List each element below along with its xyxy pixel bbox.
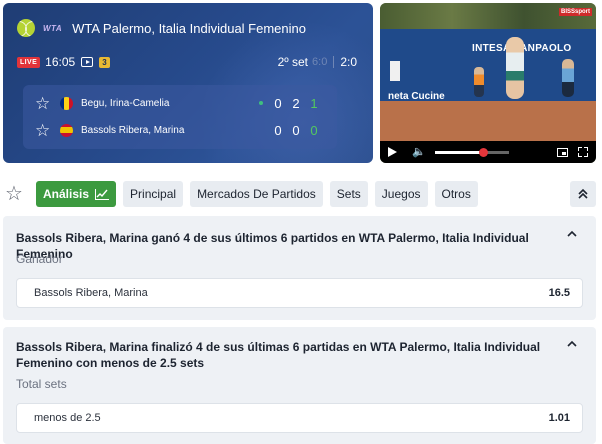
- market-name: Ganador: [16, 252, 63, 266]
- star-icon[interactable]: ☆: [35, 95, 53, 112]
- player-name[interactable]: Begu, Irina-Camelia: [81, 98, 169, 109]
- analysis-card: Bassols Ribera, Marina ganó 4 de sus últ…: [3, 216, 596, 320]
- games-score: 2: [292, 95, 300, 111]
- previous-set-score: 6:0: [312, 56, 328, 68]
- card-title[interactable]: Bassols Ribera, Marina ganó 4 de sus últ…: [16, 230, 556, 262]
- tab-label: Análisis: [43, 187, 90, 201]
- outcome-label: Bassols Ribera, Marina: [34, 287, 148, 299]
- tab-mercados-de-partidos[interactable]: Mercados De Partidos: [190, 181, 323, 207]
- video-player[interactable]: INTESA SANPAOLO neta Cucine BISSsport 🔈: [380, 3, 596, 163]
- wta-logo: WTA: [43, 23, 63, 33]
- play-icon[interactable]: [81, 57, 94, 67]
- tab-principal[interactable]: Principal: [123, 181, 184, 207]
- tab-otros[interactable]: Otros: [434, 181, 478, 207]
- live-badge: LIVE: [17, 56, 41, 68]
- match-status-row: LIVE 16:05 3 2º set 6:0 2:0: [17, 55, 357, 69]
- current-set-score: 2:0: [340, 55, 357, 69]
- chevron-up-icon[interactable]: [566, 228, 578, 240]
- double-chevron-up-icon: [578, 188, 588, 199]
- serve-indicator-icon: [259, 101, 263, 105]
- players-panel: ☆ Begu, Irina-Camelia 0 2 1 ☆ Bassols Ri…: [23, 85, 337, 149]
- collapse-all-button[interactable]: [570, 181, 596, 207]
- play-button-icon[interactable]: [388, 147, 397, 157]
- video-ballkid: [390, 61, 400, 81]
- points-score: 0: [310, 122, 318, 138]
- player-scores: 0 2 1: [259, 96, 323, 111]
- outcome-odds: 1.01: [548, 412, 570, 424]
- tab-label: Principal: [130, 187, 177, 201]
- tab-label: Juegos: [381, 187, 421, 201]
- video-controls: 🔈: [380, 141, 596, 163]
- outcome-button[interactable]: Bassols Ribera, Marina 16.5: [16, 278, 583, 308]
- match-time: 16:05: [45, 55, 76, 69]
- set-info: 2º set 6:0 2:0: [278, 55, 357, 69]
- tab-analisis[interactable]: Análisis: [36, 181, 117, 207]
- tennis-ball-icon: [17, 19, 35, 37]
- player-row: ☆ Begu, Irina-Camelia 0 2 1: [23, 89, 337, 117]
- games-score: 0: [292, 122, 300, 138]
- romania-flag: [60, 96, 73, 110]
- outcome-label: menos de 2.5: [34, 412, 101, 424]
- set-label: 2º set: [277, 55, 309, 69]
- market-tabs: ☆ Análisis Principal Mercados De Partido…: [3, 178, 599, 210]
- analysis-card: Bassols Ribera, Marina finalizó 4 de sus…: [3, 327, 596, 444]
- tab-label: Mercados De Partidos: [197, 187, 316, 201]
- picture-in-picture-icon[interactable]: [557, 147, 568, 157]
- card-title[interactable]: Bassols Ribera, Marina finalizó 4 de sus…: [16, 339, 556, 371]
- spain-flag: [60, 123, 73, 137]
- favorite-star-icon[interactable]: ☆: [5, 184, 27, 204]
- page: WTA WTA Palermo, Italia Individual Femen…: [0, 0, 602, 444]
- player-row: ☆ Bassols Ribera, Marina 0 0 0: [23, 116, 337, 144]
- tab-juegos[interactable]: Juegos: [374, 181, 428, 207]
- fullscreen-icon[interactable]: [578, 147, 588, 157]
- tab-label: Sets: [336, 187, 361, 201]
- video-court: [380, 101, 596, 141]
- chart-icon: [95, 188, 110, 200]
- volume-icon[interactable]: 🔈: [412, 146, 426, 158]
- player-name[interactable]: Bassols Ribera, Marina: [81, 125, 184, 136]
- video-spectator: [474, 67, 484, 97]
- market-name: Total sets: [16, 377, 67, 391]
- player-scores: 0 0 0: [269, 123, 323, 138]
- scoreboard-header: WTA WTA Palermo, Italia Individual Femen…: [17, 19, 306, 37]
- tournament-title[interactable]: WTA Palermo, Italia Individual Femenino: [72, 21, 306, 36]
- video-tennis-player: [506, 37, 524, 99]
- video-official: [562, 59, 574, 97]
- sets-score: 0: [274, 95, 282, 111]
- sets-score: 0: [274, 122, 282, 138]
- tab-label: Otros: [441, 187, 471, 201]
- progress-knob[interactable]: [478, 147, 488, 157]
- count-badge: 3: [99, 56, 110, 68]
- set-divider: [333, 56, 335, 68]
- broadcaster-logo: BISSsport: [558, 8, 592, 16]
- points-score: 1: [310, 95, 318, 111]
- outcome-odds: 16.5: [548, 287, 570, 299]
- chevron-up-icon[interactable]: [566, 338, 578, 350]
- star-icon[interactable]: ☆: [35, 122, 53, 139]
- outcome-button[interactable]: menos de 2.5 1.01: [16, 403, 583, 433]
- progress-bar[interactable]: [434, 147, 488, 157]
- tab-sets[interactable]: Sets: [329, 181, 368, 207]
- scoreboard: WTA WTA Palermo, Italia Individual Femen…: [3, 3, 373, 163]
